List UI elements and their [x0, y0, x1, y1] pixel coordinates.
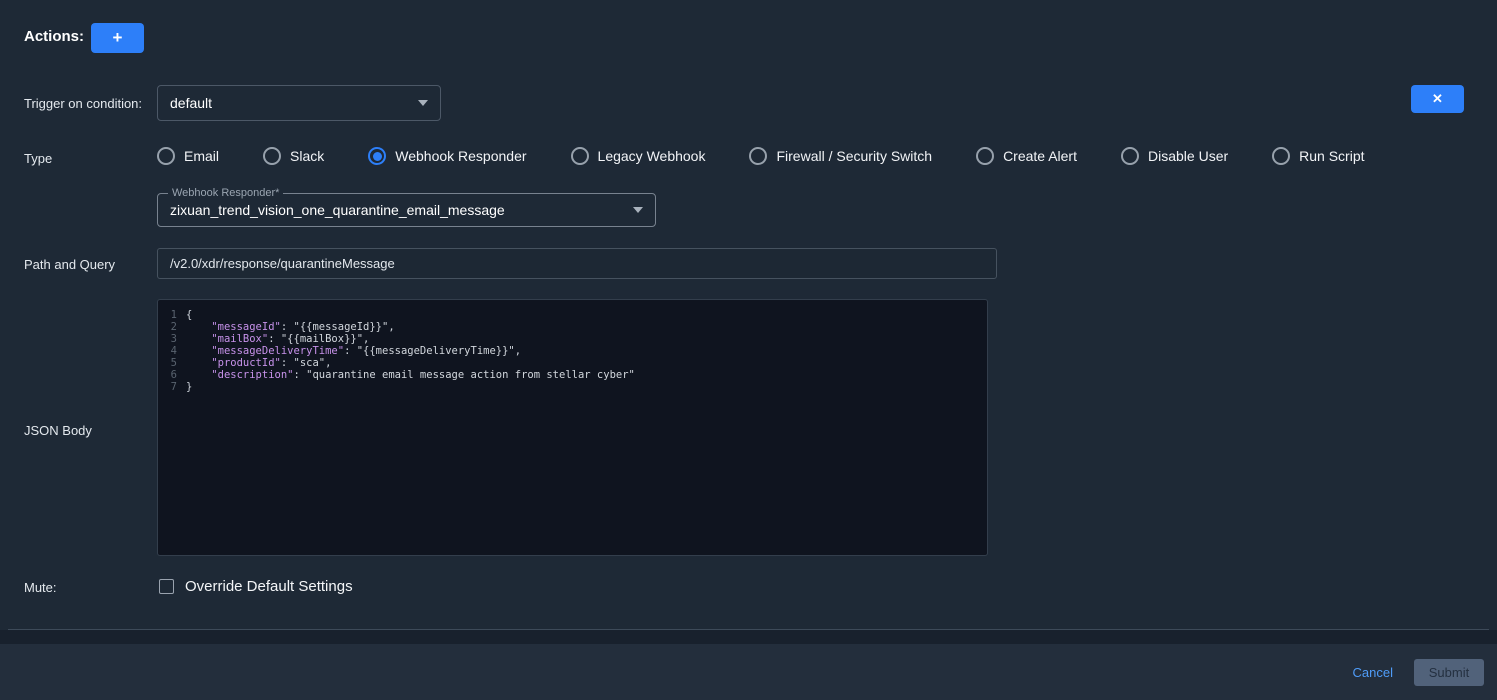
chevron-down-icon	[633, 207, 643, 213]
code-line: 3 "mailBox": "{{mailBox}}",	[158, 333, 987, 345]
override-default-settings-label: Override Default Settings	[185, 578, 353, 595]
radio-icon[interactable]	[749, 147, 767, 165]
radio-selected-icon[interactable]	[368, 147, 386, 165]
close-icon: ✕	[1432, 91, 1443, 107]
line-number: 7	[158, 381, 186, 393]
action-editor-panel: Actions: + Trigger on condition: default…	[0, 0, 1497, 700]
type-radio-create-alert[interactable]: Create Alert	[976, 147, 1077, 165]
webhook-responder-value: zixuan_trend_vision_one_quarantine_email…	[170, 202, 625, 218]
trigger-condition-value: default	[170, 95, 410, 111]
line-number: 4	[158, 345, 186, 357]
type-radio-email[interactable]: Email	[157, 147, 219, 165]
code-line-content: "mailBox": "{{mailBox}}",	[186, 333, 369, 345]
code-line-content: "messageId": "{{messageId}}",	[186, 321, 395, 333]
plus-icon: +	[113, 28, 123, 48]
radio-label: Create Alert	[1003, 148, 1077, 164]
code-line: 5 "productId": "sca",	[158, 357, 987, 369]
pre-footer-strip	[0, 630, 1497, 644]
code-line-content: "productId": "sca",	[186, 357, 331, 369]
type-radio-group: Email Slack Webhook Responder Legacy Webhoo…	[157, 147, 1365, 165]
code-line: 4 "messageDeliveryTime": "{{messageDeliv…	[158, 345, 987, 357]
line-number: 2	[158, 321, 186, 333]
json-body-editor[interactable]: 1{2 "messageId": "{{messageId}}",3 "mail…	[157, 299, 988, 556]
line-number: 3	[158, 333, 186, 345]
radio-icon[interactable]	[263, 147, 281, 165]
actions-label: Actions:	[24, 28, 84, 45]
type-radio-run-script[interactable]: Run Script	[1272, 147, 1364, 165]
code-line: 6 "description": "quarantine email messa…	[158, 369, 987, 381]
radio-label: Disable User	[1148, 148, 1228, 164]
chevron-down-icon	[418, 100, 428, 106]
json-body-label: JSON Body	[24, 423, 92, 438]
code-line: 1{	[158, 309, 987, 321]
type-label: Type	[24, 151, 52, 166]
path-and-query-input[interactable]	[157, 248, 997, 279]
radio-label: Webhook Responder	[395, 148, 526, 164]
radio-label: Email	[184, 148, 219, 164]
webhook-responder-select[interactable]: Webhook Responder* zixuan_trend_vision_o…	[157, 193, 656, 227]
type-radio-disable-user[interactable]: Disable User	[1121, 147, 1228, 165]
code-line-content: }	[186, 381, 192, 393]
path-and-query-label: Path and Query	[24, 257, 115, 272]
type-radio-webhook-responder[interactable]: Webhook Responder	[368, 147, 526, 165]
code-line: 2 "messageId": "{{messageId}}",	[158, 321, 987, 333]
radio-icon[interactable]	[571, 147, 589, 165]
webhook-responder-field-label: Webhook Responder*	[168, 186, 283, 200]
line-number: 6	[158, 369, 186, 381]
code-line: 7}	[158, 381, 987, 393]
type-radio-slack[interactable]: Slack	[263, 147, 324, 165]
submit-button[interactable]: Submit	[1414, 659, 1484, 686]
radio-label: Slack	[290, 148, 324, 164]
radio-icon[interactable]	[1272, 147, 1290, 165]
radio-label: Firewall / Security Switch	[776, 148, 932, 164]
type-radio-legacy-webhook[interactable]: Legacy Webhook	[571, 147, 706, 165]
remove-action-button[interactable]: ✕	[1411, 85, 1464, 113]
code-line-content: "messageDeliveryTime": "{{messageDeliver…	[186, 345, 521, 357]
radio-icon[interactable]	[976, 147, 994, 165]
override-default-settings-option[interactable]: Override Default Settings	[159, 578, 353, 595]
radio-label: Run Script	[1299, 148, 1364, 164]
line-number: 5	[158, 357, 186, 369]
trigger-condition-select[interactable]: default	[157, 85, 441, 121]
code-line-content: "description": "quarantine email message…	[186, 369, 635, 381]
cancel-button[interactable]: Cancel	[1353, 665, 1393, 680]
radio-icon[interactable]	[157, 147, 175, 165]
mute-label: Mute:	[24, 580, 57, 595]
radio-label: Legacy Webhook	[598, 148, 706, 164]
add-action-button[interactable]: +	[91, 23, 144, 53]
code-line-content: {	[186, 309, 192, 321]
checkbox-icon[interactable]	[159, 579, 174, 594]
line-number: 1	[158, 309, 186, 321]
footer-bar: Cancel Submit	[0, 644, 1497, 700]
radio-icon[interactable]	[1121, 147, 1139, 165]
trigger-condition-label: Trigger on condition:	[24, 96, 142, 111]
type-radio-firewall-security-switch[interactable]: Firewall / Security Switch	[749, 147, 932, 165]
